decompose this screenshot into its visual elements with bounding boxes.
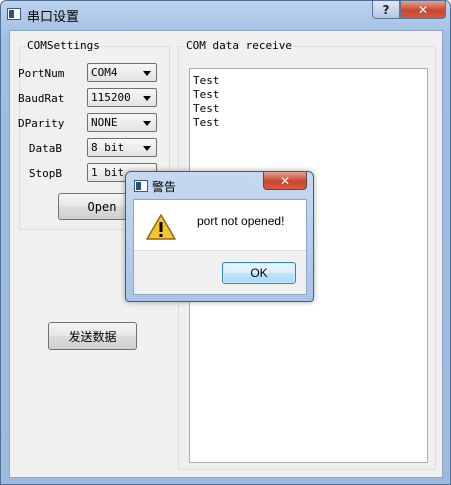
baudrate-value: 115200 [91, 91, 131, 104]
receive-line: Test [193, 102, 220, 115]
app-icon [7, 8, 21, 20]
send-data-button[interactable]: 发送数据 [48, 322, 137, 350]
stopbits-label: StopB [28, 167, 62, 180]
receive-line: Test [193, 88, 220, 101]
warning-icon [146, 214, 176, 240]
ok-button[interactable]: OK [222, 262, 296, 284]
chevron-down-icon [143, 146, 151, 151]
receive-line: Test [193, 116, 220, 129]
databits-value: 8 bit [91, 141, 125, 154]
dialog-message: port not opened! [197, 214, 285, 228]
parity-label: DParity [18, 117, 65, 130]
stopbits-value: 1 bit [91, 166, 125, 179]
portnum-label: PortNum [18, 67, 65, 80]
dialog-close-button[interactable]: ✕ [263, 172, 307, 190]
baudrate-combo[interactable]: 115200 [87, 88, 157, 107]
chevron-down-icon [143, 121, 151, 126]
chevron-down-icon [143, 96, 151, 101]
databits-label: DataB [28, 142, 62, 155]
help-button[interactable]: ? [372, 1, 400, 19]
dialog-footer: OK [134, 250, 306, 294]
window-title: 串口设置 [27, 10, 80, 25]
parity-value: NONE [91, 116, 118, 129]
caption-buttons: ? ✕ [372, 1, 446, 20]
portnum-combo[interactable]: COM4 [87, 63, 157, 82]
close-button[interactable]: ✕ [400, 1, 446, 19]
dialog-title: 警告 [152, 180, 177, 194]
dialog-body: port not opened! OK [133, 199, 307, 295]
com-settings-title: COMSettings [26, 39, 101, 52]
chevron-down-icon [143, 71, 151, 76]
parity-combo[interactable]: NONE [87, 113, 157, 132]
dialog-app-icon [134, 180, 148, 192]
portnum-value: COM4 [91, 66, 118, 79]
com-receive-title: COM data receive [185, 39, 293, 52]
databits-combo[interactable]: 8 bit [87, 138, 157, 157]
receive-line: Test [193, 74, 220, 87]
warning-dialog: 警告 ✕ port not opened! OK [125, 171, 314, 302]
baudrate-label: BaudRat [18, 92, 65, 105]
title-bar[interactable]: 串口设置 ? ✕ [1, 1, 450, 29]
